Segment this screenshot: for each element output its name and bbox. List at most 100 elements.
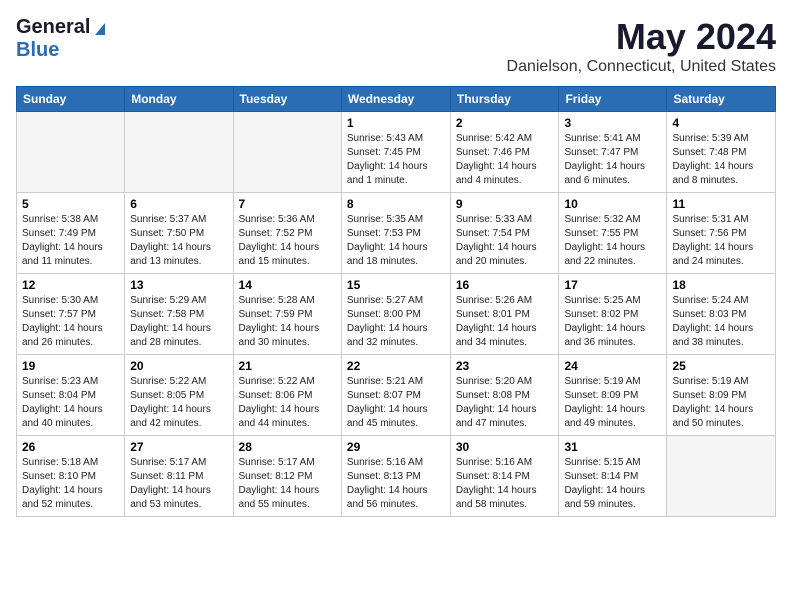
day-header-friday: Friday [559,87,667,112]
day-number: 24 [564,359,661,373]
calendar-cell: 26 Sunrise: 5:18 AM Sunset: 8:10 PM Dayli… [17,436,125,517]
calendar-week-4: 19Sunrise: 5:23 AM Sunset: 8:04 PM Dayli… [17,355,776,436]
calendar-cell: 10 Sunrise: 5:32 AM Sunset: 7:55 PM Dayli… [559,193,667,274]
day-info: Sunrise: 5:21 AM Sunset: 8:07 PM Dayligh… [347,375,445,431]
day-info: Sunrise: 5:36 AM Sunset: 7:52 PM Dayligh… [239,213,336,269]
day-info: Sunrise: 5:31 AM Sunset: 7:56 PM Dayligh… [672,213,770,269]
day-number: 30 [456,440,554,454]
day-number: 11 [672,197,770,211]
day-number: 25 [672,359,770,373]
day-number: 16 [456,278,554,292]
day-info: Sunrise: 5:19 AM Sunset: 8:09 PM Dayligh… [672,375,770,431]
day-number: 27 [130,440,227,454]
calendar-cell: 29 Sunrise: 5:16 AM Sunset: 8:13 PM Dayli… [341,436,450,517]
calendar-cell [667,436,776,517]
day-header-sunday: Sunday [17,87,125,112]
day-number: 29 [347,440,445,454]
day-info: Sunrise: 5:33 AM Sunset: 7:54 PM Dayligh… [456,213,554,269]
calendar-cell [125,112,233,193]
calendar-cell: 12 Sunrise: 5:30 AM Sunset: 7:57 PM Dayli… [17,274,125,355]
calendar-cell: 31 Sunrise: 5:15 AM Sunset: 8:14 PM Dayli… [559,436,667,517]
logo-icon [91,19,109,37]
calendar-week-1: 1Sunrise: 5:43 AM Sunset: 7:45 PM Daylig… [17,112,776,193]
day-info: Sunrise: 5:15 AM Sunset: 8:14 PM Dayligh… [564,456,661,512]
logo: General Blue [16,16,109,62]
day-number: 18 [672,278,770,292]
calendar-cell: 8Sunrise: 5:35 AM Sunset: 7:53 PM Daylig… [341,193,450,274]
calendar-cell: 2Sunrise: 5:42 AM Sunset: 7:46 PM Daylig… [450,112,559,193]
day-number: 8 [347,197,445,211]
calendar-cell: 13 Sunrise: 5:29 AM Sunset: 7:58 PM Dayli… [125,274,233,355]
day-number: 2 [456,116,554,130]
calendar-cell: 1Sunrise: 5:43 AM Sunset: 7:45 PM Daylig… [341,112,450,193]
logo-general: General [16,16,90,39]
calendar-cell: 18Sunrise: 5:24 AM Sunset: 8:03 PM Dayli… [667,274,776,355]
day-header-saturday: Saturday [667,87,776,112]
calendar-header-row: SundayMondayTuesdayWednesdayThursdayFrid… [17,87,776,112]
day-header-wednesday: Wednesday [341,87,450,112]
day-info: Sunrise: 5:27 AM Sunset: 8:00 PM Dayligh… [347,294,445,350]
day-header-tuesday: Tuesday [233,87,341,112]
day-number: 14 [239,278,336,292]
day-info: Sunrise: 5:17 AM Sunset: 8:12 PM Dayligh… [239,456,336,512]
day-info: Sunrise: 5:37 AM Sunset: 7:50 PM Dayligh… [130,213,227,269]
calendar-cell: 16 Sunrise: 5:26 AM Sunset: 8:01 PM Dayli… [450,274,559,355]
calendar-week-3: 12 Sunrise: 5:30 AM Sunset: 7:57 PM Dayli… [17,274,776,355]
day-number: 3 [564,116,661,130]
day-number: 6 [130,197,227,211]
day-info: Sunrise: 5:18 AM Sunset: 8:10 PM Dayligh… [22,456,119,512]
calendar-cell: 23Sunrise: 5:20 AM Sunset: 8:08 PM Dayli… [450,355,559,436]
calendar-cell: 9 Sunrise: 5:33 AM Sunset: 7:54 PM Daylig… [450,193,559,274]
calendar-cell: 17Sunrise: 5:25 AM Sunset: 8:02 PM Dayli… [559,274,667,355]
day-info: Sunrise: 5:39 AM Sunset: 7:48 PM Dayligh… [672,132,770,188]
day-header-thursday: Thursday [450,87,559,112]
calendar-cell: 22 Sunrise: 5:21 AM Sunset: 8:07 PM Dayli… [341,355,450,436]
day-number: 1 [347,116,445,130]
day-info: Sunrise: 5:16 AM Sunset: 8:14 PM Dayligh… [456,456,554,512]
day-number: 4 [672,116,770,130]
day-info: Sunrise: 5:19 AM Sunset: 8:09 PM Dayligh… [564,375,661,431]
calendar-cell: 11 Sunrise: 5:31 AM Sunset: 7:56 PM Dayli… [667,193,776,274]
calendar-cell: 3 Sunrise: 5:41 AM Sunset: 7:47 PM Daylig… [559,112,667,193]
location: Danielson, Connecticut, United States [507,58,776,76]
day-header-monday: Monday [125,87,233,112]
header: General Blue May 2024 Danielson, Connect… [16,16,776,76]
day-number: 7 [239,197,336,211]
calendar-week-5: 26 Sunrise: 5:18 AM Sunset: 8:10 PM Dayli… [17,436,776,517]
calendar-cell [233,112,341,193]
calendar-cell: 21Sunrise: 5:22 AM Sunset: 8:06 PM Dayli… [233,355,341,436]
day-number: 28 [239,440,336,454]
month-year: May 2024 [507,16,776,58]
calendar-cell: 7 Sunrise: 5:36 AM Sunset: 7:52 PM Daylig… [233,193,341,274]
day-number: 13 [130,278,227,292]
day-number: 15 [347,278,445,292]
day-info: Sunrise: 5:30 AM Sunset: 7:57 PM Dayligh… [22,294,119,350]
calendar-cell: 15 Sunrise: 5:27 AM Sunset: 8:00 PM Dayli… [341,274,450,355]
day-info: Sunrise: 5:16 AM Sunset: 8:13 PM Dayligh… [347,456,445,512]
day-number: 26 [22,440,119,454]
day-number: 22 [347,359,445,373]
day-number: 10 [564,197,661,211]
day-info: Sunrise: 5:32 AM Sunset: 7:55 PM Dayligh… [564,213,661,269]
calendar-cell: 5Sunrise: 5:38 AM Sunset: 7:49 PM Daylig… [17,193,125,274]
day-info: Sunrise: 5:28 AM Sunset: 7:59 PM Dayligh… [239,294,336,350]
calendar-cell: 6 Sunrise: 5:37 AM Sunset: 7:50 PM Daylig… [125,193,233,274]
day-info: Sunrise: 5:26 AM Sunset: 8:01 PM Dayligh… [456,294,554,350]
day-info: Sunrise: 5:17 AM Sunset: 8:11 PM Dayligh… [130,456,227,512]
calendar-cell: 14 Sunrise: 5:28 AM Sunset: 7:59 PM Dayli… [233,274,341,355]
day-info: Sunrise: 5:25 AM Sunset: 8:02 PM Dayligh… [564,294,661,350]
calendar-cell: 19Sunrise: 5:23 AM Sunset: 8:04 PM Dayli… [17,355,125,436]
day-number: 19 [22,359,119,373]
day-info: Sunrise: 5:41 AM Sunset: 7:47 PM Dayligh… [564,132,661,188]
calendar-cell: 28 Sunrise: 5:17 AM Sunset: 8:12 PM Dayli… [233,436,341,517]
day-info: Sunrise: 5:22 AM Sunset: 8:06 PM Dayligh… [239,375,336,431]
calendar-cell [17,112,125,193]
day-number: 20 [130,359,227,373]
logo-blue: Blue [16,39,59,61]
calendar: SundayMondayTuesdayWednesdayThursdayFrid… [16,86,776,517]
day-info: Sunrise: 5:29 AM Sunset: 7:58 PM Dayligh… [130,294,227,350]
day-number: 31 [564,440,661,454]
day-number: 12 [22,278,119,292]
day-number: 9 [456,197,554,211]
title-area: May 2024 Danielson, Connecticut, United … [507,16,776,76]
